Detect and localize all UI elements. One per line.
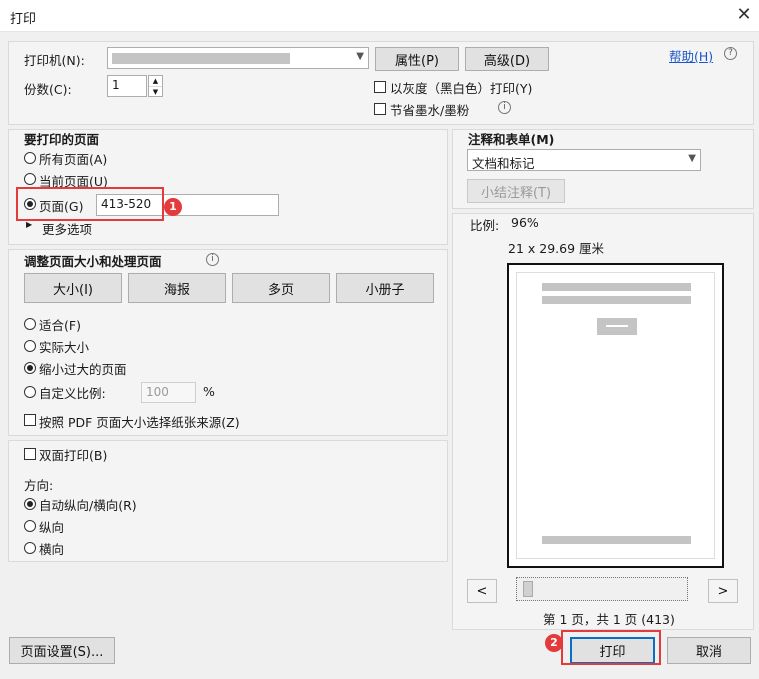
fit-radio[interactable] — [24, 318, 36, 330]
printer-label: 打印机(N): — [24, 53, 85, 68]
window-title: 打印 — [10, 12, 37, 27]
properties-button[interactable]: 属性(P) — [375, 47, 459, 71]
more-options-link[interactable]: 更多选项 — [42, 219, 92, 238]
grayscale-label: 以灰度（黑白色）打印(Y) — [390, 81, 533, 96]
page-preview — [507, 263, 724, 568]
scale-value: 96% — [511, 215, 539, 230]
page-info: 第 1 页，共 1 页 (413) — [543, 612, 675, 627]
grayscale-checkbox[interactable] — [374, 81, 386, 93]
cancel-button[interactable]: 取消 — [667, 637, 751, 664]
paper-size: 21 x 29.69 厘米 — [508, 241, 605, 256]
copies-label: 份数(C): — [24, 82, 72, 97]
scale-label: 比例: — [470, 218, 500, 233]
shrink-label: 缩小过大的页面 — [39, 362, 127, 377]
preview-header-bar-2 — [542, 296, 691, 304]
spin-down-icon[interactable]: ▼ — [149, 87, 162, 97]
printer-name-redacted — [112, 53, 290, 64]
all-pages-radio[interactable] — [24, 152, 36, 164]
help-link[interactable]: 帮助(H) — [669, 46, 713, 65]
poster-button[interactable]: 海报 — [128, 273, 226, 303]
portrait-label: 纵向 — [39, 520, 65, 535]
landscape-label: 横向 — [39, 542, 65, 557]
duplex-checkbox[interactable] — [24, 448, 36, 460]
all-pages-label: 所有页面(A) — [39, 152, 108, 167]
highlight-box-1 — [16, 187, 164, 221]
actual-size-radio[interactable] — [24, 340, 36, 352]
page-slider[interactable] — [516, 577, 688, 601]
advanced-button[interactable]: 高级(D) — [465, 47, 549, 71]
comments-selected: 文档和标记 — [472, 156, 535, 171]
percent-label: % — [203, 384, 215, 399]
custom-scale-radio[interactable] — [24, 386, 36, 398]
current-page-radio[interactable] — [24, 173, 36, 185]
copies-spinner[interactable]: ▲ ▼ — [148, 75, 163, 97]
copies-input[interactable]: 1 — [107, 75, 147, 97]
title-bar: 打印 ✕ — [0, 0, 759, 32]
next-page-button[interactable]: > — [708, 579, 738, 603]
preview-center-block — [597, 318, 637, 335]
comments-heading: 注释和表单(M) — [468, 132, 555, 147]
printer-select[interactable]: ▼ — [107, 47, 369, 69]
print-dialog: 打印机(N): ▼ 属性(P) 高级(D) 帮助(H) ? 份数(C): 1 ▲… — [0, 32, 759, 679]
shrink-radio[interactable] — [24, 362, 36, 374]
preview-footer-bar — [542, 536, 691, 544]
pdf-page-size-checkbox[interactable] — [24, 414, 36, 426]
save-ink-checkbox[interactable] — [374, 103, 386, 115]
auto-orientation-label: 自动纵向/横向(R) — [39, 498, 137, 513]
multiple-pages-button[interactable]: 多页 — [232, 273, 330, 303]
custom-scale-label: 自定义比例: — [39, 386, 106, 401]
comments-select[interactable]: 文档和标记 ▼ — [467, 149, 701, 171]
expand-triangle-icon[interactable]: ▶ — [26, 220, 32, 229]
fit-label: 适合(F) — [39, 318, 81, 333]
step-badge-1: 1 — [164, 198, 182, 216]
page-slider-thumb[interactable] — [523, 581, 533, 597]
summarize-comments-button[interactable]: 小结注释(T) — [467, 179, 565, 203]
page-preview-inner — [516, 272, 715, 559]
save-ink-label: 节省墨水/墨粉 — [390, 103, 470, 118]
prev-page-button[interactable]: < — [467, 579, 497, 603]
chevron-down-icon: ▼ — [356, 51, 364, 62]
duplex-label: 双面打印(B) — [39, 448, 108, 463]
sizing-info-icon[interactable]: i — [206, 253, 219, 266]
pages-heading: 要打印的页面 — [24, 132, 100, 147]
help-info-icon[interactable]: ? — [724, 47, 737, 60]
close-icon[interactable]: ✕ — [733, 4, 755, 26]
custom-scale-input[interactable]: 100 — [141, 382, 196, 403]
save-ink-info-icon[interactable]: i — [498, 101, 511, 114]
spin-up-icon[interactable]: ▲ — [149, 76, 162, 87]
chevron-down-icon: ▼ — [688, 153, 696, 164]
size-button[interactable]: 大小(I) — [24, 273, 122, 303]
actual-size-label: 实际大小 — [39, 340, 90, 355]
sizing-heading: 调整页面大小和处理页面 — [24, 254, 162, 269]
pdf-page-size-label: 按照 PDF 页面大小选择纸张来源(Z) — [39, 415, 240, 430]
landscape-radio[interactable] — [24, 542, 36, 554]
portrait-radio[interactable] — [24, 520, 36, 532]
preview-header-bar — [542, 283, 691, 291]
orientation-label: 方向: — [24, 478, 54, 493]
booklet-button[interactable]: 小册子 — [336, 273, 434, 303]
page-setup-button[interactable]: 页面设置(S)... — [9, 637, 115, 664]
step-badge-2: 2 — [545, 634, 563, 652]
auto-orientation-radio[interactable] — [24, 498, 36, 510]
highlight-box-2 — [561, 630, 661, 665]
